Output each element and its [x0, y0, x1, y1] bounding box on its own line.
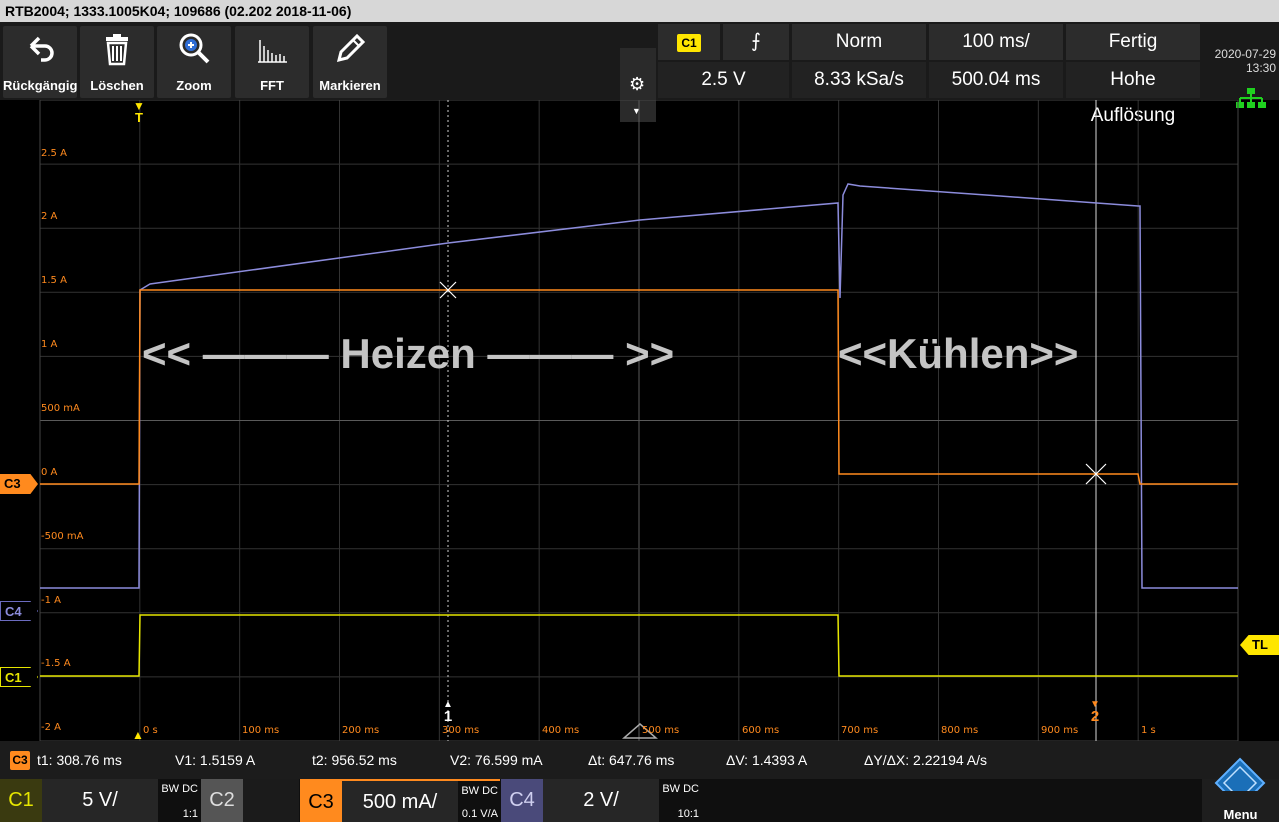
channel-bar: C1 5 V/ BW DC 1:1 C2 C3 500 mA/ BW DC 0.…	[0, 779, 1279, 822]
cursor-dv: ΔV: 1.4393 A	[726, 752, 808, 768]
channel-c4-scale: 2 V/	[543, 779, 659, 822]
sample-rate[interactable]: 8.33 kSa/s	[792, 62, 926, 98]
cursor-t1: t1: 308.76 ms	[37, 752, 122, 768]
graticule	[39, 100, 1239, 741]
cursor-slope: ΔY/ΔX: 2.22194 A/s	[864, 752, 987, 768]
channel-c4-coupling: BW DC	[662, 783, 699, 795]
channel-c3-scale: 500 mA/	[342, 781, 458, 822]
toolbar: Rückgängig Löschen Zoom FFT Markieren ⚙ …	[0, 22, 1279, 126]
menu-button[interactable]: Menu	[1202, 757, 1279, 822]
trash-icon	[106, 34, 128, 66]
x-tick-label: 700 ms	[841, 725, 879, 736]
trigger-source[interactable]: C1	[658, 24, 720, 60]
cursor-dt: Δt: 647.76 ms	[588, 752, 675, 768]
channel-c1[interactable]: C1 5 V/ BW DC 1:1	[0, 779, 200, 822]
x-tick-label: 500 ms	[642, 725, 680, 736]
zoom-label: Zoom	[176, 78, 212, 93]
datetime: 2020-07-29 13:30	[1202, 47, 1276, 75]
channel-c4[interactable]: C4 2 V/ BW DC 10:1	[501, 779, 701, 822]
fft-icon	[258, 40, 287, 63]
y-tick-label: 500 mA	[41, 403, 80, 414]
channel-c1-coupling: BW DC	[161, 783, 198, 795]
c4-offset-marker[interactable]: C4	[0, 601, 38, 621]
title-bar: RTB2004; 1333.1005K04; 109686 (02.202 20…	[0, 0, 1279, 22]
fft-label: FFT	[260, 78, 284, 93]
y-tick-label: -1.5 A	[41, 658, 71, 669]
cursor-v2: V2: 76.599 mA	[450, 752, 543, 768]
fft-button[interactable]: FFT	[235, 26, 309, 98]
trigger-mode[interactable]: Norm	[792, 24, 926, 60]
channel-c3-probe: 0.1 V/A	[461, 808, 498, 820]
undo-label: Rückgängig	[3, 78, 78, 93]
mark-button[interactable]: Markieren	[313, 26, 387, 98]
cursor-readout-bar[interactable]: C3 t1: 308.76 ms V1: 1.5159 A t2: 956.52…	[0, 741, 1279, 779]
y-tick-label: 0 A	[41, 467, 58, 478]
waveform-display[interactable]	[0, 100, 1279, 741]
trigger-time-marker: ▲	[132, 728, 144, 742]
channel-c1-scale: 5 V/	[42, 779, 158, 822]
x-tick-label: 400 ms	[542, 725, 580, 736]
cursor-1-handle[interactable]: ▲ 1	[440, 700, 456, 725]
x-tick-label: 800 ms	[941, 725, 979, 736]
record-length[interactable]: 500.04 ms	[929, 62, 1063, 98]
y-tick-label: -500 mA	[41, 531, 84, 542]
pencil-icon	[336, 33, 366, 63]
trigger-slope[interactable]: ⨍	[723, 24, 789, 60]
x-tick-label: 900 ms	[1041, 725, 1079, 736]
acq-mode[interactable]: Hohe Auflösung	[1066, 62, 1200, 126]
y-tick-label: 1.5 A	[41, 275, 67, 286]
cooling-annotation: <<Kühlen>>	[838, 330, 1079, 377]
date: 2020-07-29	[1214, 47, 1276, 61]
x-tick-label: 200 ms	[342, 725, 380, 736]
channel-c1-tag: C1	[0, 779, 42, 822]
x-tick-label: 300 ms	[442, 725, 480, 736]
cursor-2-handle[interactable]: ▼ 2	[1087, 700, 1103, 725]
y-tick-label: -2 A	[41, 722, 61, 733]
undo-icon	[29, 36, 54, 62]
zoom-button[interactable]: Zoom	[157, 26, 231, 98]
rs-logo-icon	[1214, 757, 1266, 791]
channel-c4-tag: C4	[501, 779, 543, 822]
gear-icon: ⚙	[629, 74, 646, 94]
x-tick-label: 100 ms	[242, 725, 280, 736]
y-tick-label: -1 A	[41, 595, 61, 606]
undo-button[interactable]: Rückgängig	[3, 26, 77, 98]
channel-c3-coupling: BW DC	[461, 785, 498, 797]
trigger-level[interactable]: 2.5 V	[658, 62, 789, 98]
mark-label: Markieren	[319, 78, 381, 93]
y-tick-label: 1 A	[41, 339, 58, 350]
channel-c1-probe: 1:1	[182, 808, 198, 820]
y-tick-label: 2 A	[41, 211, 58, 222]
channel-c2-scale	[243, 779, 299, 822]
channel-c3-tag: C3	[300, 781, 342, 822]
acq-status[interactable]: Fertig	[1066, 24, 1200, 60]
x-tick-label: 600 ms	[742, 725, 780, 736]
y-tick-label: 2.5 A	[41, 148, 67, 159]
channel-c2[interactable]: C2	[201, 779, 299, 822]
delete-label: Löschen	[90, 78, 144, 93]
menu-label: Menu	[1223, 807, 1258, 822]
channel-c4-probe: 10:1	[677, 808, 699, 820]
cursor-source-badge[interactable]: C3	[10, 751, 30, 770]
zoom-icon	[179, 33, 210, 64]
channel-c2-tag: C2	[201, 779, 243, 822]
x-tick-label: 1 s	[1141, 725, 1156, 736]
heating-annotation: << ——— Heizen ——— >>	[142, 330, 675, 377]
timebase[interactable]: 100 ms/	[929, 24, 1063, 60]
cursor-t2: t2: 956.52 ms	[312, 752, 397, 768]
delete-button[interactable]: Löschen	[80, 26, 154, 98]
cursor-v1: V1: 1.5159 A	[175, 752, 256, 768]
c1-offset-marker[interactable]: C1	[0, 667, 38, 687]
rising-edge-icon: ⨍	[751, 31, 761, 52]
trigger-position-marker[interactable]: ▼ T	[132, 100, 146, 129]
channel-c3[interactable]: C3 500 mA/ BW DC 0.1 V/A	[300, 779, 500, 822]
time: 13:30	[1245, 61, 1276, 75]
c3-offset-marker[interactable]: C3	[0, 474, 38, 494]
